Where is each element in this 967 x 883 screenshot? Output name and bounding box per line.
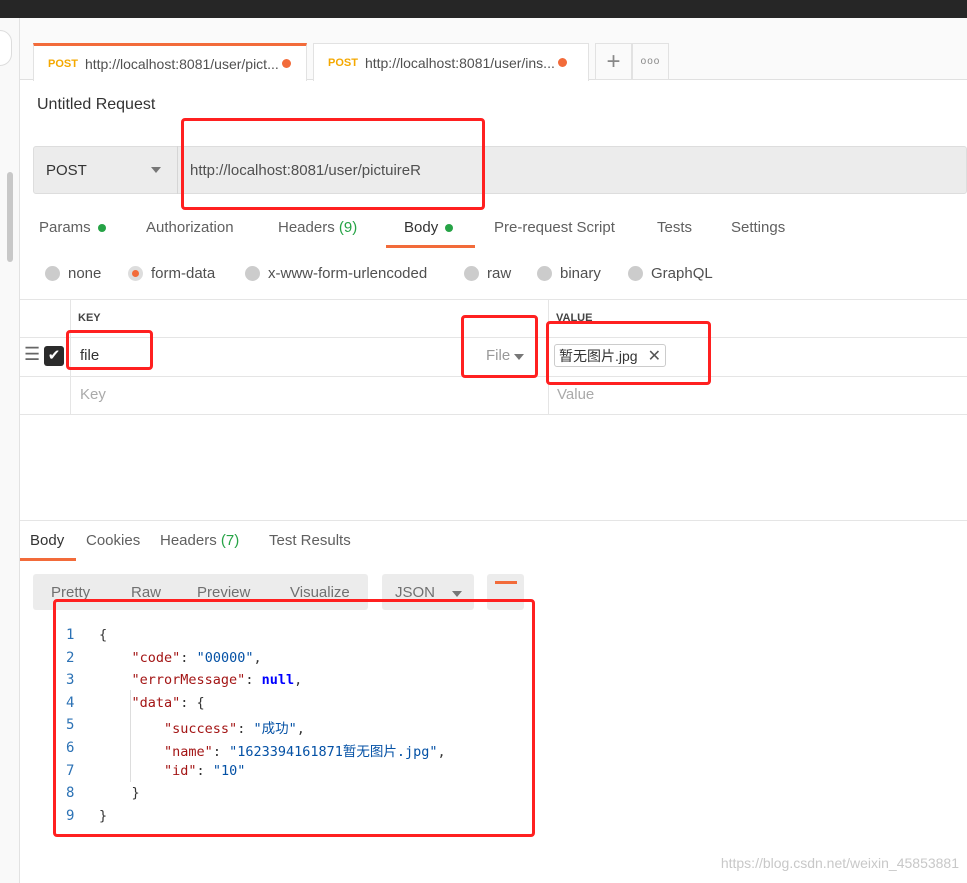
- headers-count: (9): [338, 219, 358, 236]
- divider: [20, 299, 967, 300]
- response-tab-headers[interactable]: Headers (7): [160, 532, 239, 549]
- request-title[interactable]: Untitled Request: [37, 96, 155, 114]
- indicator-dot-icon: [445, 224, 454, 233]
- chevron-down-icon: [151, 167, 161, 173]
- new-key-input[interactable]: Key: [80, 386, 106, 403]
- radio-form-data[interactable]: [128, 266, 143, 281]
- annotation-box: [66, 330, 153, 370]
- window-title-bar: [0, 0, 967, 18]
- radio-label: x-www-form-urlencoded: [268, 265, 428, 282]
- tab-url: http://localhost:8081/user/ins...: [364, 54, 555, 71]
- radio-urlencoded[interactable]: [245, 266, 260, 281]
- active-tab-underline: [386, 245, 475, 248]
- drag-handle-icon[interactable]: ☰: [24, 344, 40, 365]
- radio-graphql[interactable]: [628, 266, 643, 281]
- indicator-dot-icon: [97, 224, 106, 233]
- tab-label: Headers: [160, 532, 217, 549]
- unsaved-dot-icon: [281, 59, 291, 68]
- tab-tests[interactable]: Tests: [657, 219, 692, 236]
- tab-body[interactable]: Body: [404, 219, 454, 236]
- response-tab-cookies[interactable]: Cookies: [86, 532, 140, 549]
- wrap-lines-icon: [495, 581, 517, 584]
- divider: [20, 414, 967, 415]
- new-value-input[interactable]: Value: [557, 386, 594, 403]
- response-tab-test-results[interactable]: Test Results: [269, 532, 351, 549]
- key-column-header: KEY: [78, 312, 101, 324]
- headers-count: (7): [220, 532, 240, 549]
- tab-settings[interactable]: Settings: [731, 219, 785, 236]
- tab-prerequest[interactable]: Pre-request Script: [494, 219, 615, 236]
- tab-label: Body: [404, 219, 439, 236]
- method-select[interactable]: POST: [33, 146, 178, 194]
- tab-params[interactable]: Params: [39, 219, 106, 236]
- radio-label: none: [68, 265, 102, 282]
- radio-label: raw: [487, 265, 512, 282]
- tab-authorization[interactable]: Authorization: [146, 219, 234, 236]
- radio-label: GraphQL: [651, 265, 713, 282]
- radio-label: form-data: [151, 265, 216, 282]
- method-label: POST: [46, 161, 87, 179]
- request-tab-2[interactable]: POST http://localhost:8081/user/ins...: [313, 43, 589, 81]
- radio-none[interactable]: [45, 266, 60, 281]
- divider: [20, 520, 967, 521]
- tab-method: POST: [328, 56, 358, 69]
- unsaved-dot-icon: [557, 58, 567, 67]
- annotation-box: [53, 599, 535, 837]
- annotation-box: [181, 118, 485, 210]
- radio-label: binary: [560, 265, 601, 282]
- tab-label: Headers: [278, 219, 335, 236]
- annotation-box: [461, 315, 538, 378]
- annotation-box: [546, 321, 711, 385]
- sidebar-scrollbar[interactable]: [7, 172, 13, 262]
- row-checkbox[interactable]: ✔: [44, 346, 64, 366]
- tab-url: http://localhost:8081/user/pict...: [84, 55, 279, 72]
- active-tab-underline: [20, 558, 76, 561]
- chevron-down-icon: [451, 591, 462, 597]
- tab-label: Params: [39, 219, 91, 236]
- plus-icon[interactable]: +: [595, 43, 632, 80]
- ellipsis-icon[interactable]: ooo: [632, 43, 669, 80]
- tab-method: POST: [48, 57, 78, 70]
- tab-headers[interactable]: Headers (9): [278, 219, 357, 236]
- request-tab-1[interactable]: POST http://localhost:8081/user/pict...: [33, 43, 307, 81]
- radio-raw[interactable]: [464, 266, 479, 281]
- watermark: https://blog.csdn.net/weixin_45853881: [720, 855, 959, 871]
- response-tab-body[interactable]: Body: [30, 532, 64, 549]
- radio-binary[interactable]: [537, 266, 552, 281]
